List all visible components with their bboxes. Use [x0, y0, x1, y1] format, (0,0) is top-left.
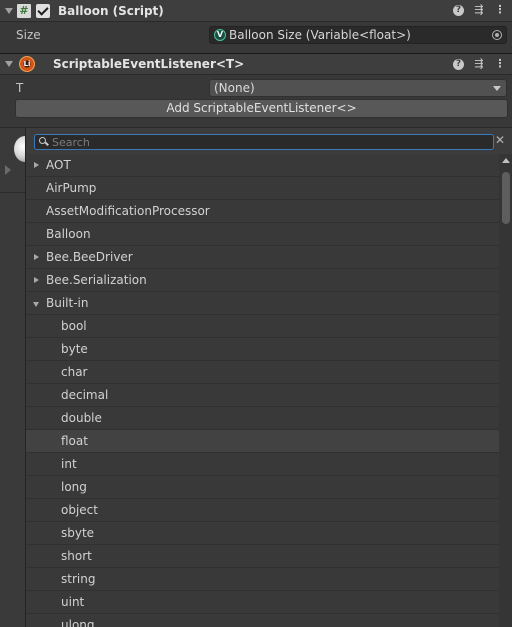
list-item-label: AirPump	[46, 181, 97, 195]
list-item-label: sbyte	[61, 526, 95, 540]
list-item-child[interactable]: bool	[26, 315, 499, 338]
list-item-label: ulong	[61, 618, 95, 627]
collapsed-arrow-icon[interactable]	[34, 162, 39, 168]
component-header-balloon[interactable]: # Balloon (Script) ? ⇶ ⋮	[0, 0, 512, 22]
list-item-child[interactable]: long	[26, 476, 499, 499]
more-options-icon[interactable]: ⋮	[494, 3, 506, 17]
search-icon	[39, 137, 49, 147]
list-item-label: Bee.BeeDriver	[46, 250, 133, 264]
list-item-label: AssetModificationProcessor	[46, 204, 210, 218]
foldout-arrow-icon[interactable]	[5, 165, 11, 175]
list-item-child[interactable]: double	[26, 407, 499, 430]
object-picker-icon[interactable]	[492, 30, 502, 40]
list-item-child[interactable]: short	[26, 545, 499, 568]
list-item-child[interactable]: uint	[26, 591, 499, 614]
list-item-label: long	[61, 480, 87, 494]
foldout-arrow-icon[interactable]	[4, 59, 14, 69]
list-item-label: short	[61, 549, 92, 563]
type-list: AOT AirPump AssetModificationProcessor Ball…	[26, 154, 499, 627]
property-row-size: Size V Balloon Size (Variable<float>)	[0, 24, 512, 46]
listener-icon: Li	[19, 56, 35, 72]
list-item-label: string	[61, 572, 96, 586]
inspector-background-strip	[0, 128, 25, 627]
chevron-down-icon	[493, 86, 501, 91]
list-item-child[interactable]: decimal	[26, 384, 499, 407]
list-item-label: char	[61, 365, 88, 379]
list-item[interactable]: AOT	[26, 154, 499, 177]
search-bar: Search ✕	[26, 128, 512, 154]
component-header-icons: ? ⇶ ⋮	[453, 57, 506, 71]
list-item-label: object	[61, 503, 98, 517]
divider	[0, 192, 25, 193]
component-title: ScriptableEventListener<T>	[53, 57, 245, 71]
list-item[interactable]: AssetModificationProcessor	[26, 200, 499, 223]
list-item-child[interactable]: float	[26, 430, 499, 453]
list-item-child[interactable]: sbyte	[26, 522, 499, 545]
list-item[interactable]: Built-in	[26, 292, 499, 315]
help-icon[interactable]: ?	[453, 59, 464, 70]
script-icon: #	[17, 3, 31, 18]
variable-icon: V	[214, 29, 226, 41]
t-label: T	[16, 81, 24, 95]
collapsed-arrow-icon[interactable]	[34, 277, 39, 283]
size-label: Size	[16, 28, 41, 42]
scroll-up-arrow-icon[interactable]	[502, 158, 510, 163]
add-listener-button[interactable]: Add ScriptableEventListener<>	[15, 99, 508, 118]
help-icon[interactable]: ?	[453, 5, 464, 16]
list-item-child[interactable]: byte	[26, 338, 499, 361]
more-options-icon[interactable]: ⋮	[494, 57, 506, 71]
list-item-label: float	[61, 434, 88, 448]
list-item-label: Bee.Serialization	[46, 273, 147, 287]
property-row-t: T (None)	[0, 77, 512, 99]
list-item-child[interactable]: ulong	[26, 614, 499, 627]
t-type-dropdown[interactable]: (None)	[209, 79, 507, 97]
list-item-label: bool	[61, 319, 87, 333]
collapsed-arrow-icon[interactable]	[34, 254, 39, 260]
list-item-child[interactable]: char	[26, 361, 499, 384]
search-input[interactable]: Search	[34, 134, 494, 150]
size-object-value: Balloon Size (Variable<float>)	[229, 28, 411, 42]
foldout-arrow-icon[interactable]	[4, 6, 14, 16]
size-object-field[interactable]: V Balloon Size (Variable<float>)	[209, 26, 507, 44]
presets-icon[interactable]: ⇶	[473, 3, 485, 17]
list-item-label: uint	[61, 595, 85, 609]
component-header-listener[interactable]: Li ScriptableEventListener<T> ? ⇶ ⋮	[0, 53, 512, 75]
list-item[interactable]: Balloon	[26, 223, 499, 246]
list-item-label: int	[61, 457, 77, 471]
list-item-child[interactable]: object	[26, 499, 499, 522]
search-placeholder: Search	[52, 135, 90, 149]
list-item-label: decimal	[61, 388, 109, 402]
list-item-label: double	[61, 411, 102, 425]
expanded-arrow-icon[interactable]	[33, 302, 39, 307]
scrollbar-thumb[interactable]	[502, 172, 510, 224]
type-picker-popup: Search ✕ AOT AirPump AssetModificationProc…	[25, 128, 512, 627]
close-icon[interactable]: ✕	[495, 133, 505, 147]
scrollbar[interactable]	[499, 154, 512, 627]
component-enabled-checkbox[interactable]	[36, 3, 50, 18]
list-item[interactable]: Bee.Serialization	[26, 269, 499, 292]
list-item-label: AOT	[46, 158, 71, 172]
list-item[interactable]: AirPump	[26, 177, 499, 200]
list-item-label: Balloon	[46, 227, 91, 241]
list-item-label: byte	[61, 342, 88, 356]
component-header-icons: ? ⇶ ⋮	[453, 3, 506, 17]
t-dropdown-value: (None)	[214, 81, 255, 95]
component-title: Balloon (Script)	[58, 3, 164, 18]
list-item-child[interactable]: int	[26, 453, 499, 476]
list-item[interactable]: Bee.BeeDriver	[26, 246, 499, 269]
presets-icon[interactable]: ⇶	[473, 57, 485, 71]
list-item-label: Built-in	[46, 296, 89, 310]
list-item-child[interactable]: string	[26, 568, 499, 591]
